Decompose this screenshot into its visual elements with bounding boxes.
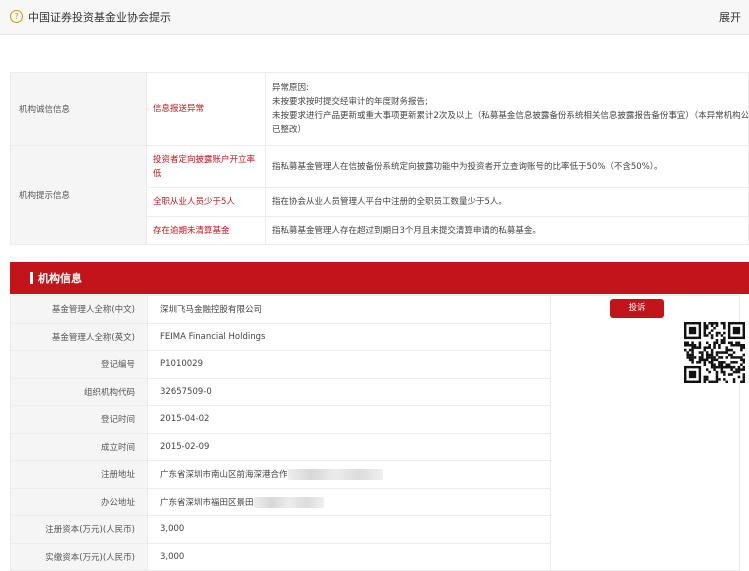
hint-type: 全职从业人员少于5人 (146, 187, 266, 217)
hint-desc: 指私募基金管理人在信披备份系统定向披露功能中为投资者开立查询账号的比率低于50%… (265, 145, 749, 188)
notice-title: 中国证券投资基金业协会提示 (28, 11, 171, 24)
hint-desc: 指私募基金管理人存在超过到期日3个月且未提交清算申请的私募基金。 (265, 216, 749, 245)
integrity-line: 异常原因: (272, 83, 309, 93)
notice-bar: ? 中国证券投资基金业协会提示 展开 (0, 0, 749, 35)
integrity-type: 信息报送异常 (146, 72, 266, 146)
row-label: 成立时间 (10, 432, 148, 461)
expand-link[interactable]: 展开 (719, 9, 741, 25)
row-label: 登记时间 (10, 405, 148, 434)
row-label: 注册资本(万元)(人民币) (10, 515, 148, 544)
row-value: 32657509-0 (147, 377, 551, 406)
row-label: 组织机构代码 (10, 377, 148, 406)
integrity-desc: 异常原因: 未按要求按时提交经审计的年度财务报告; 未按要求进行产品更新或重大事… (265, 72, 749, 146)
redacted-text (253, 496, 324, 508)
row-value: 3,000 (147, 542, 551, 571)
row-value-container: 广东省深圳市南山区前海深港合作 (147, 460, 551, 489)
row-value: 2015-02-09 (147, 432, 551, 461)
hint-type: 投资者定向披露账户开立率低 (146, 145, 266, 188)
row-label: 注册地址 (10, 460, 148, 489)
qr-code-icon (684, 322, 746, 384)
row-label: 基金管理人全称(英文) (10, 322, 148, 351)
row-value: 3,000 (147, 515, 551, 544)
complaint-button[interactable]: 投诉 (610, 299, 664, 318)
integrity-line: 未按要求进行产品更新或重大事项更新累计2次及以上（私募基金信息披露备份系统相关信… (272, 111, 749, 121)
row-value-container: 广东省深圳市福田区景田 (147, 487, 551, 516)
row-value: 2015-04-02 (147, 405, 551, 434)
section-title: 机构信息 (38, 272, 82, 285)
redacted-text (287, 469, 383, 481)
hint-desc: 指在协会从业人员管理人平台中注册的全职员工数量少于5人。 (265, 187, 749, 217)
row-label: 办公地址 (10, 487, 148, 516)
org-info-header: 机构信息 (10, 262, 749, 294)
qr-code-image (684, 322, 746, 384)
row-label: 登记编号 (10, 350, 148, 379)
integrity-line: 已整改） (272, 125, 307, 135)
hint-category: 机构提示信息 (10, 145, 147, 245)
row-value: P1010029 (147, 350, 551, 379)
org-info-table: 基金管理人全称(中文) 深圳飞马金融控股有限公司 基金管理人全称(英文) FEI… (10, 295, 740, 571)
row-value: 深圳飞马金融控股有限公司 (147, 295, 551, 324)
row-value: FEIMA Financial Holdings (147, 322, 551, 351)
row-value: 广东省深圳市福田区景田 (160, 497, 254, 508)
question-circle-icon: ? (10, 10, 23, 23)
alert-table: 机构诚信信息 信息报送异常 异常原因: 未按要求按时提交经审计的年度财务报告; … (10, 72, 749, 245)
section-bar-icon (30, 272, 33, 284)
row-value: 广东省深圳市南山区前海深港合作 (160, 470, 288, 481)
row-label: 基金管理人全称(中文) (10, 295, 148, 324)
hint-type: 存在逾期未清算基金 (146, 216, 266, 245)
row-label: 实缴资本(万元)(人民币) (10, 542, 148, 571)
integrity-category: 机构诚信信息 (10, 72, 147, 146)
integrity-line: 未按要求按时提交经审计的年度财务报告; (272, 97, 428, 107)
